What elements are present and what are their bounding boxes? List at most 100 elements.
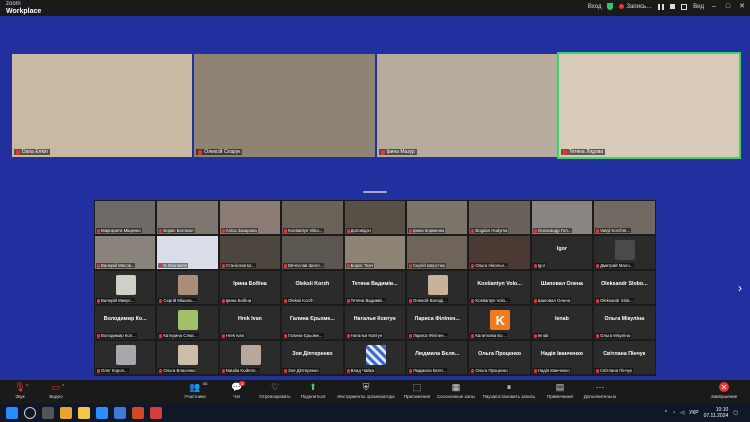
stop-record-icon[interactable] — [670, 4, 676, 9]
volume-icon[interactable]: ◁ — [680, 410, 684, 416]
participant-name: Ольга Проценко — [475, 368, 508, 373]
participant-tile[interactable]: Сергій Шерстюк — [405, 235, 469, 270]
participant-name-tag: Борис Богомол — [158, 228, 195, 233]
participant-tile[interactable]: Наталья Ковтун Наталья Ковтун — [343, 305, 406, 340]
participant-tile[interactable]: Oleksandr Slobo... Oleksandr Slob... — [593, 270, 656, 305]
speaker-name: Dana Enkin — [22, 149, 48, 155]
speaker-video[interactable]: Олексій Сігарук — [194, 54, 375, 157]
pdf-icon[interactable] — [150, 407, 162, 419]
maximize-icon[interactable]: □ — [724, 3, 732, 10]
file-explorer-icon[interactable] — [78, 407, 90, 419]
notification-icon[interactable]: ▢ — [733, 410, 738, 416]
participant-tile[interactable]: Влад Чайка — [343, 340, 406, 375]
participant-tile[interactable]: Аліса Захарова — [218, 200, 282, 235]
resize-handle[interactable] — [363, 191, 387, 193]
participant-tile[interactable]: Дмитрий Мало... — [593, 235, 656, 270]
next-page-arrow-icon[interactable]: › — [738, 282, 742, 294]
video-options-chevron-icon[interactable]: ^ — [62, 384, 64, 390]
participant-tile[interactable]: Вячеслав Шелл... — [281, 235, 344, 270]
network-icon[interactable]: ◔ — [672, 410, 675, 416]
participant-avatar — [116, 345, 136, 365]
windows-taskbar: ^ ◔ ◁ УКР 10:10 07.11.2024 ▢ — [0, 404, 750, 422]
participant-name-tag: Влад Чайка — [345, 368, 376, 373]
participant-tile[interactable]: Ірина Корженко — [405, 200, 469, 235]
participant-name: Валерій Мясов... — [101, 263, 135, 268]
participant-tile[interactable]: Шаповал Олена Шаповал Олена — [530, 270, 594, 305]
mic-muted-icon — [97, 333, 100, 338]
participant-tile[interactable]: Світлана Пінчук Світлана Пінчук — [593, 340, 656, 375]
participant-tile[interactable]: Борис Ткач — [343, 235, 406, 270]
participant-tile[interactable]: Лариса Філіпен... Лариса Філіпен... — [405, 305, 469, 340]
participant-tile[interactable]: Олег Корол... — [94, 340, 157, 375]
participant-tile[interactable]: N Shandarin — [156, 235, 219, 270]
participant-tile[interactable]: Володимир Ко... Володимир Кол... — [94, 305, 157, 340]
minimize-icon[interactable]: – — [710, 3, 718, 10]
zoom-taskbar-icon[interactable] — [96, 407, 108, 419]
participant-tile[interactable]: Маргарита Міщенко — [94, 200, 157, 235]
breakout-rooms-button[interactable]: ▦ Сессионные залы — [426, 382, 486, 399]
powerpoint-icon[interactable] — [132, 407, 144, 419]
participant-tile[interactable]: Igor Igor — [530, 235, 594, 270]
speaker-video[interactable]: Dana Enkin — [12, 54, 193, 157]
participant-name-tag: Доповідач — [345, 228, 372, 233]
windows-start-icon[interactable] — [6, 407, 18, 419]
participant-tile[interactable]: Kostiantyn Vitko... — [281, 200, 344, 235]
participant-tile[interactable]: Vasyl Korchm... — [593, 200, 656, 235]
end-meeting-button[interactable]: ✕ Завершение — [704, 382, 744, 399]
tray-arrow-icon[interactable]: ^ — [665, 410, 667, 416]
participant-tile[interactable]: Валерій Микул... — [94, 270, 157, 305]
participant-tile[interactable]: Ольга Проценко Ольга Проценко — [468, 340, 531, 375]
pause-record-icon[interactable] — [658, 3, 665, 10]
mic-muted-icon — [596, 298, 600, 303]
participant-tile[interactable]: Валерій Мясов... — [94, 235, 157, 270]
participant-tile[interactable]: Зоя Діптеренко Зоя Діптеренко — [281, 340, 344, 375]
security-shield-icon[interactable] — [607, 3, 614, 10]
word-icon[interactable] — [114, 407, 126, 419]
task-view-icon[interactable] — [42, 407, 54, 419]
input-language[interactable]: УКР — [689, 410, 698, 416]
mic-muted-icon — [562, 149, 567, 155]
participant-tile[interactable]: Oleksii Korzh Oleksii Korzh — [281, 270, 344, 305]
participant-tile[interactable]: Станіслав Ш... — [218, 235, 282, 270]
recording-label: Запись… — [626, 3, 653, 10]
participant-tile[interactable]: Сергій Мішаль... — [156, 270, 219, 305]
clock[interactable]: 10:10 07.11.2024 — [704, 407, 729, 419]
participant-tile[interactable]: Надія Іванченко Надія Іванченко — [530, 340, 594, 375]
participant-name-tag: Hrek Ivan — [220, 333, 246, 338]
close-window-icon[interactable]: ✕ — [738, 3, 746, 10]
participant-tile[interactable]: Борис Богомол — [156, 200, 219, 235]
view-grid-icon — [681, 3, 688, 10]
search-icon[interactable] — [24, 407, 36, 419]
participant-tile[interactable]: Hrek Ivan Hrek Ivan — [218, 305, 282, 340]
participant-tile[interactable]: Тетяна Вадимів... Тетяна Вадимів... — [343, 270, 406, 305]
speaker-video[interactable]: Тетяна Лядова — [556, 52, 742, 159]
more-button[interactable]: ⋯ Дополнительно — [570, 382, 630, 399]
participant-tile[interactable]: Ольга Мікуліна Ольга Мікуліна — [593, 305, 656, 340]
participant-tile[interactable]: Людмила Бєля... Людмила Бєля... — [405, 340, 469, 375]
share-button[interactable]: ⬆ Поделиться — [283, 382, 343, 399]
video-button[interactable]: ▭ Видео ^ — [26, 382, 86, 399]
participant-tile[interactable]: Олександр Гол... — [530, 200, 594, 235]
record-label: Пауза/остановить запись — [482, 394, 536, 399]
participant-tile[interactable]: Kostiantyn Volo... Kostiantyn Volo... — [468, 270, 531, 305]
participant-tile[interactable]: Bogdan Hudyma — [468, 200, 531, 235]
participant-name: Лариса Філіпен... — [412, 333, 448, 338]
participant-tile[interactable]: Галина Єрьоме... Галина Єрьоме... — [281, 305, 344, 340]
participant-tile[interactable]: Олексій Володі... — [405, 270, 469, 305]
participant-display-name: Людмила Бєля... — [415, 351, 460, 357]
participant-tile[interactable]: Ienab Ienab — [530, 305, 594, 340]
participant-tile[interactable]: Natalia Kudrem... — [218, 340, 282, 375]
participant-tile[interactable]: Ольга Власенко — [156, 340, 219, 375]
login-button[interactable]: Вход — [588, 4, 602, 10]
chrome-icon[interactable] — [60, 407, 72, 419]
participant-tile[interactable]: K Калиткова Бо... — [468, 305, 531, 340]
speaker-video[interactable]: Ірина Мазур — [376, 54, 557, 157]
participant-tile[interactable]: Ольга Нікольн... — [468, 235, 531, 270]
participant-name-tag: Валерій Мясов... — [96, 263, 136, 268]
participant-tile[interactable]: Доповідач — [343, 200, 406, 235]
participant-tile[interactable]: Ірина Бобіна Ірина Бобіна — [218, 270, 282, 305]
mic-muted-icon — [159, 333, 163, 338]
recording-indicator[interactable]: Запись… — [619, 4, 652, 10]
view-button[interactable]: Вид — [693, 4, 704, 10]
participant-tile[interactable]: Катерина Слюс... — [156, 305, 219, 340]
